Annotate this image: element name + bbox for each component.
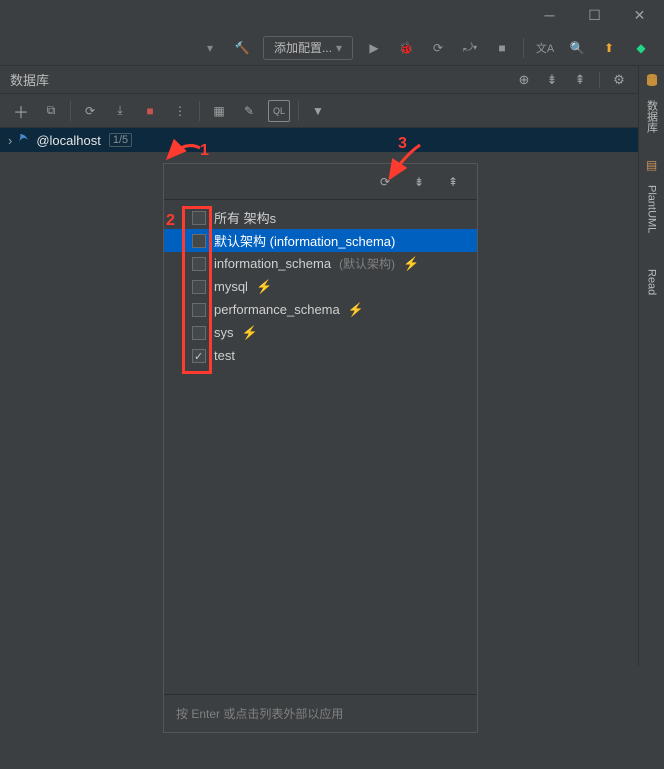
separator (523, 38, 524, 58)
user-icon[interactable]: ▾ (199, 37, 221, 59)
stop-button[interactable]: ■ (139, 100, 161, 122)
more-icon[interactable]: ⋮ (169, 100, 191, 122)
schema-label: performance_schema (214, 302, 340, 317)
chevron-right-icon[interactable]: › (8, 133, 12, 148)
profile-icon[interactable]: ⤾▾ (459, 37, 481, 59)
read-tab[interactable]: Read (646, 263, 658, 301)
separator (298, 101, 299, 121)
annotation-number-2: 2 (166, 212, 175, 230)
run-icon[interactable]: ▶ (363, 37, 385, 59)
database-tab-icon[interactable] (644, 72, 660, 88)
panel-title: 数据库 (10, 70, 49, 89)
schema-label: 所有 架构s (214, 208, 276, 227)
search-icon[interactable]: 🔍 (566, 37, 588, 59)
bolt-icon: ⚡ (403, 256, 419, 272)
refresh-button[interactable]: ⟳ (79, 100, 101, 122)
debug-icon[interactable]: 🐞 (395, 37, 417, 59)
mysql-icon (16, 131, 32, 150)
stop-icon[interactable]: ■ (491, 37, 513, 59)
collapse-all-icon[interactable]: ⇞ (571, 71, 589, 89)
window-maximize-button[interactable]: ☐ (572, 1, 617, 29)
table-editor-icon[interactable]: ▦ (208, 100, 230, 122)
schema-label: information_schema (214, 256, 331, 271)
expand-all-icon[interactable]: ⇟ (543, 71, 561, 89)
jetbrains-icon[interactable]: ◆ (630, 37, 652, 59)
right-tool-strip: 数据库 ▤ PlantUML Read (638, 66, 664, 666)
run-config-dropdown[interactable]: 添加配置...▾ (263, 36, 353, 60)
target-icon[interactable]: ⊕ (515, 71, 533, 89)
schema-label: sys (214, 325, 234, 340)
introspect-button[interactable]: ⤓ (109, 100, 131, 122)
schema-label: mysql (214, 279, 248, 294)
coverage-icon[interactable]: ⟳ (427, 37, 449, 59)
bolt-icon: ⚡ (256, 279, 272, 295)
separator (70, 101, 71, 121)
window-minimize-button[interactable]: ─ (527, 1, 572, 29)
database-tab[interactable]: 数据库 (644, 94, 660, 139)
edit-icon[interactable]: ✎ (238, 100, 260, 122)
plantuml-tab-icon[interactable]: ▤ (644, 157, 660, 173)
add-button[interactable]: ＋ (10, 100, 32, 122)
annotation-box-2 (182, 206, 212, 374)
database-toolbar: ＋ ⧉ ⟳ ⤓ ■ ⋮ ▦ ✎ QL ▼ (0, 94, 664, 128)
settings-icon[interactable]: ⚙ (610, 71, 628, 89)
schema-count-badge[interactable]: 1/5 (109, 133, 132, 147)
database-panel-header: 数据库 ⊕ ⇟ ⇞ ⚙ — (0, 66, 664, 94)
schema-label: 默认架构 (information_schema) (214, 231, 395, 250)
translate-icon[interactable]: 文A (534, 37, 556, 59)
title-bar: ─ ☐ ✕ (0, 0, 664, 30)
duplicate-button[interactable]: ⧉ (40, 100, 62, 122)
main-toolbar: ▾ 🔨 添加配置...▾ ▶ 🐞 ⟳ ⤾▾ ■ 文A 🔍 ⬆ ◆ (0, 30, 664, 66)
build-icon[interactable]: 🔨 (231, 37, 253, 59)
window-close-button[interactable]: ✕ (617, 1, 662, 29)
separator (199, 101, 200, 121)
bolt-icon: ⚡ (348, 302, 364, 318)
annotation-number-1: 1 (200, 142, 209, 160)
query-console-icon[interactable]: QL (268, 100, 290, 122)
annotation-number-3: 3 (398, 135, 407, 153)
update-icon[interactable]: ⬆ (598, 37, 620, 59)
plantuml-tab[interactable]: PlantUML (646, 179, 658, 239)
schema-hint: (默认架构) (339, 255, 395, 272)
popup-collapse-icon[interactable]: ⇞ (443, 172, 463, 192)
annotation-arrow-3 (380, 140, 440, 185)
datasource-tree-row[interactable]: › @localhost 1/5 (0, 128, 664, 152)
separator (599, 72, 600, 88)
popup-footer-hint: 按 Enter 或点击列表外部以应用 (164, 694, 477, 732)
filter-icon[interactable]: ▼ (307, 100, 329, 122)
bolt-icon: ⚡ (242, 325, 258, 341)
datasource-name: @localhost (36, 133, 101, 148)
schema-label: test (214, 348, 235, 363)
